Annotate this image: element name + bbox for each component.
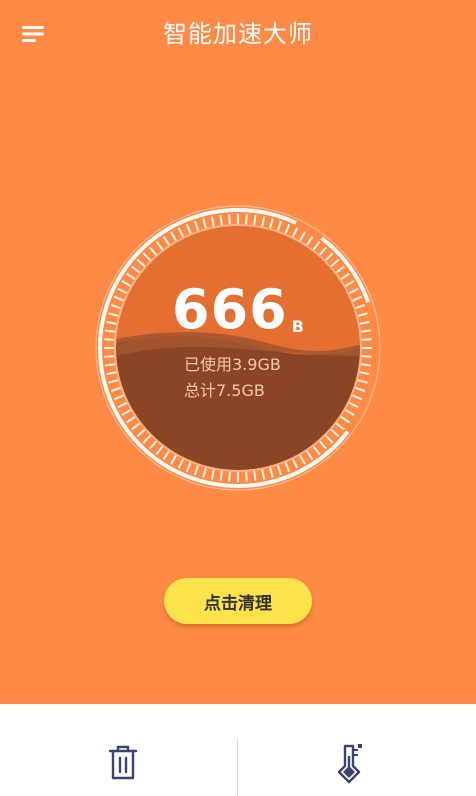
app-screen: 智能加速大师 666 B 已使用3.9GB 总计7.5GB 点击清理 — [0, 0, 476, 796]
bottom-nav — [0, 704, 476, 796]
nav-item-cooling[interactable] — [239, 704, 476, 796]
trash-icon — [108, 745, 138, 780]
clean-button[interactable]: 点击清理 — [164, 578, 312, 624]
nav-item-clean[interactable] — [0, 704, 237, 796]
junk-size-value: 666 — [172, 278, 288, 341]
page-title: 智能加速大师 — [163, 20, 313, 48]
memory-gauge: 666 B 已使用3.9GB 总计7.5GB — [88, 198, 388, 498]
junk-size-unit: B — [291, 317, 304, 336]
thermometer-icon — [337, 744, 362, 784]
memory-total-text: 总计7.5GB — [184, 381, 265, 400]
nav-divider — [237, 738, 238, 796]
header: 智能加速大师 — [0, 0, 476, 70]
junk-size-display: 666 B — [88, 280, 388, 340]
memory-used-text: 已使用3.9GB — [184, 355, 281, 374]
